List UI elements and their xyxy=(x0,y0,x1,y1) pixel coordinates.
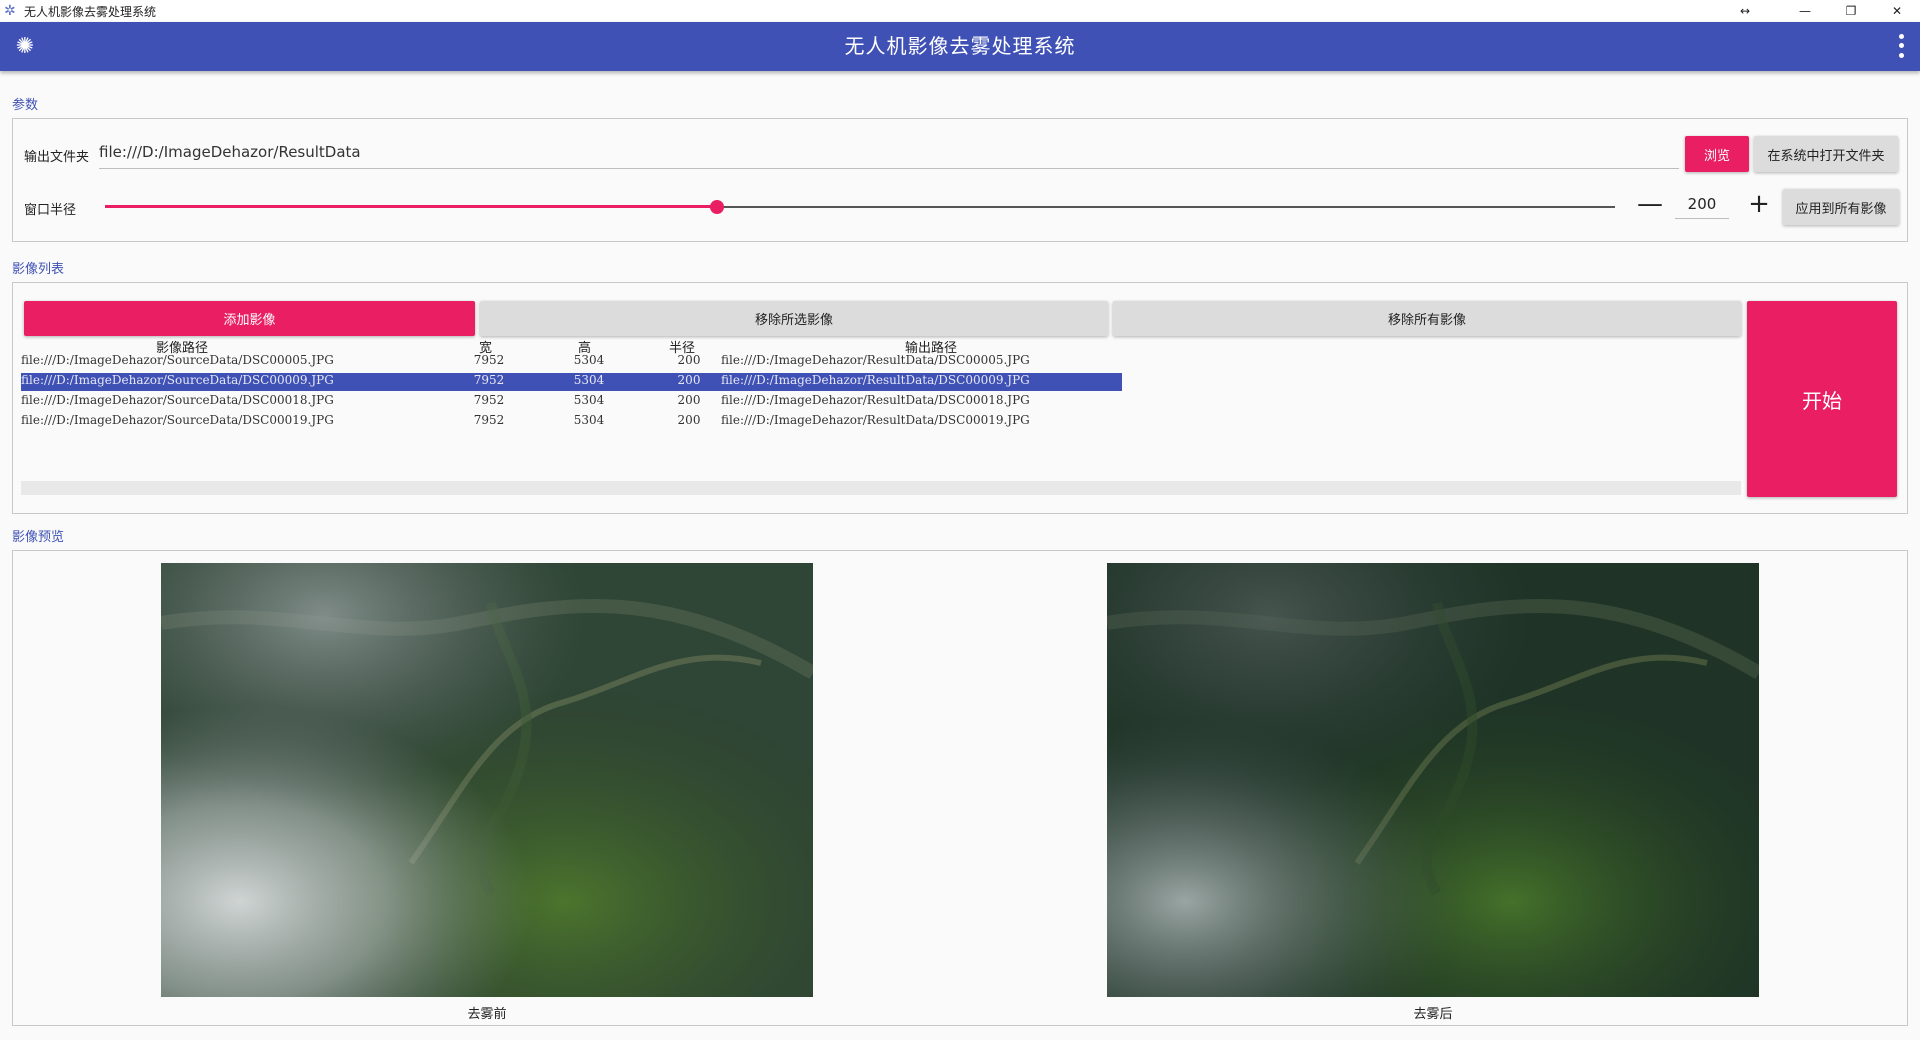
before-dehaze-image xyxy=(161,563,813,997)
minimize-button[interactable]: — xyxy=(1782,0,1828,22)
apply-to-all-button[interactable]: 应用到所有影像 xyxy=(1783,189,1899,225)
output-folder-input[interactable]: file:///D:/ImageDehazor/ResultData xyxy=(99,139,1679,169)
resize-icon[interactable]: ↔ xyxy=(1722,0,1768,22)
cell-path: file:///D:/ImageDehazor/SourceData/DSC00… xyxy=(21,373,334,387)
cell-output-path: file:///D:/ImageDehazor/ResultData/DSC00… xyxy=(721,413,1030,427)
preview-panel: 去雾前 去雾后 xyxy=(12,550,1908,1026)
add-image-button[interactable]: 添加影像 xyxy=(24,301,475,336)
cell-output-path: file:///D:/ImageDehazor/ResultData/DSC00… xyxy=(721,373,1030,387)
cell-height: 5304 xyxy=(573,373,605,387)
slider-fill xyxy=(105,205,717,208)
table-header: 影像路径 宽 高 半径 输出路径 xyxy=(21,337,1122,356)
cell-height: 5304 xyxy=(573,353,605,367)
cell-radius: 200 xyxy=(677,353,701,367)
aerial-forest-hazy-image xyxy=(161,563,813,997)
aerial-forest-dehazed-image xyxy=(1107,563,1759,997)
cell-radius: 200 xyxy=(677,413,701,427)
image-list-panel: 添加影像 移除所选影像 移除所有影像 开始 影像路径 宽 高 半径 输出路径 f… xyxy=(12,282,1908,514)
cell-path: file:///D:/ImageDehazor/SourceData/DSC00… xyxy=(21,393,334,407)
image-list-section-label: 影像列表 xyxy=(12,262,65,277)
restore-button[interactable]: ❐ xyxy=(1828,0,1874,22)
radius-value-field[interactable]: 200 xyxy=(1675,191,1729,219)
output-folder-label: 输出文件夹 xyxy=(24,150,90,165)
params-section-label: 参数 xyxy=(12,98,39,113)
remove-selected-button[interactable]: 移除所选影像 xyxy=(480,301,1108,336)
os-titlebar: ✲ 无人机影像去雾处理系统 ↔ — ❐ ✕ xyxy=(0,0,1920,22)
app-title: 无人机影像去雾处理系统 xyxy=(844,34,1076,58)
open-in-system-button[interactable]: 在系统中打开文件夹 xyxy=(1754,136,1898,172)
browse-button[interactable]: 浏览 xyxy=(1685,136,1749,172)
cell-radius: 200 xyxy=(677,393,701,407)
window-controls: ↔ — ❐ ✕ xyxy=(1722,0,1920,22)
cell-width: 7952 xyxy=(473,413,505,427)
table-row[interactable]: file:///D:/ImageDehazor/SourceData/DSC00… xyxy=(21,353,1122,369)
before-caption: 去雾前 xyxy=(467,1007,507,1022)
increase-radius-button[interactable]: + xyxy=(1746,191,1772,219)
preview-section-label: 影像预览 xyxy=(12,530,65,545)
more-options-icon[interactable] xyxy=(1896,32,1906,60)
cell-width: 7952 xyxy=(473,393,505,407)
cell-width: 7952 xyxy=(473,373,505,387)
window-title: 无人机影像去雾处理系统 xyxy=(24,4,157,19)
cell-height: 5304 xyxy=(573,393,605,407)
window-radius-slider[interactable] xyxy=(105,200,1615,214)
cell-radius: 200 xyxy=(677,373,701,387)
table-row[interactable]: file:///D:/ImageDehazor/SourceData/DSC00… xyxy=(21,413,1122,429)
close-button[interactable]: ✕ xyxy=(1874,0,1920,22)
remove-all-button[interactable]: 移除所有影像 xyxy=(1113,301,1741,336)
cell-width: 7952 xyxy=(473,353,505,367)
decrease-radius-button[interactable]: — xyxy=(1637,191,1663,219)
cell-height: 5304 xyxy=(573,413,605,427)
start-button[interactable]: 开始 xyxy=(1747,301,1897,497)
slider-thumb[interactable] xyxy=(709,200,724,214)
cell-path: file:///D:/ImageDehazor/SourceData/DSC00… xyxy=(21,353,334,367)
image-list-table[interactable]: 影像路径 宽 高 半径 输出路径 file:///D:/ImageDehazor… xyxy=(21,337,1741,482)
cell-output-path: file:///D:/ImageDehazor/ResultData/DSC00… xyxy=(721,353,1030,367)
app-gear-icon: ✲ xyxy=(4,3,16,19)
params-panel: 输出文件夹 file:///D:/ImageDehazor/ResultData… xyxy=(12,118,1908,242)
window-radius-label: 窗口半径 xyxy=(24,203,77,218)
app-bar: ✺ 无人机影像去雾处理系统 xyxy=(0,22,1920,71)
cell-path: file:///D:/ImageDehazor/SourceData/DSC00… xyxy=(21,413,334,427)
table-row[interactable]: file:///D:/ImageDehazor/SourceData/DSC00… xyxy=(21,373,1122,391)
cell-output-path: file:///D:/ImageDehazor/ResultData/DSC00… xyxy=(721,393,1030,407)
table-row[interactable]: file:///D:/ImageDehazor/SourceData/DSC00… xyxy=(21,393,1122,409)
after-dehaze-image xyxy=(1107,563,1759,997)
after-caption: 去雾后 xyxy=(1413,1007,1453,1022)
horizontal-scrollbar[interactable] xyxy=(21,481,1741,495)
